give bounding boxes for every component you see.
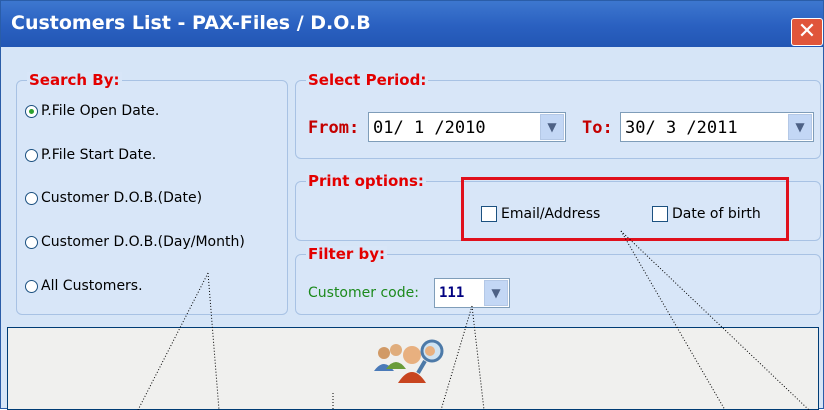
chevron-down-icon[interactable]: ▼ xyxy=(788,114,812,140)
customers-list-window: Customers List - PAX-Files / D.O.B ✕ Sea… xyxy=(0,0,824,410)
to-date-value: 30/ 3 /2011 xyxy=(625,118,738,138)
radio-button-checked[interactable] xyxy=(25,104,38,118)
radio-label: P.File Start Date. xyxy=(41,147,157,163)
radio-label: Customer D.O.B.(Date) xyxy=(41,190,203,206)
select-period-group: Select Period: From: 01/ 1 /2010 ▼ To: 3… xyxy=(295,72,821,159)
radio-all-customers[interactable]: All Customers. xyxy=(25,278,143,294)
from-date-picker[interactable]: 01/ 1 /2010 ▼ xyxy=(368,112,566,142)
radio-customer-dob-daymonth[interactable]: Customer D.O.B.(Day/Month) xyxy=(25,234,245,250)
radio-button[interactable] xyxy=(25,191,38,205)
customer-code-combo[interactable]: 111 ▼ xyxy=(434,278,510,308)
close-button[interactable]: ✕ xyxy=(791,18,823,46)
title-bar: Customers List - PAX-Files / D.O.B ✕ xyxy=(1,1,823,47)
chevron-down-icon[interactable]: ▼ xyxy=(484,280,508,306)
filter-by-legend: Filter by: xyxy=(306,245,388,263)
highlight-box xyxy=(461,177,789,241)
customer-code-value: 111 xyxy=(439,285,465,301)
people-search-icon xyxy=(374,339,444,383)
radio-pfile-start-date[interactable]: P.File Start Date. xyxy=(25,147,156,163)
radio-button[interactable] xyxy=(25,148,38,162)
select-period-legend: Select Period: xyxy=(306,71,429,89)
from-date-value: 01/ 1 /2010 xyxy=(373,118,486,138)
to-date-picker[interactable]: 30/ 3 /2011 ▼ xyxy=(620,112,814,142)
search-by-legend: Search By: xyxy=(27,71,122,89)
radio-customer-dob-date[interactable]: Customer D.O.B.(Date) xyxy=(25,190,202,206)
radio-label: Customer D.O.B.(Day/Month) xyxy=(41,234,245,250)
print-options-legend: Print options: xyxy=(306,172,426,190)
close-icon: ✕ xyxy=(797,19,817,44)
search-by-group: Search By: P.File Open Date. P.File Star… xyxy=(16,72,288,315)
customer-code-label: Customer code: xyxy=(308,285,419,301)
from-label: From: xyxy=(308,118,360,138)
radio-label: All Customers. xyxy=(41,278,143,294)
radio-button[interactable] xyxy=(25,279,38,293)
radio-button[interactable] xyxy=(25,235,38,249)
chevron-down-icon[interactable]: ▼ xyxy=(540,114,564,140)
window-title: Customers List - PAX-Files / D.O.B xyxy=(11,12,371,34)
radio-pfile-open-date[interactable]: P.File Open Date. xyxy=(25,103,159,119)
radio-label: P.File Open Date. xyxy=(41,103,160,119)
filter-by-group: Filter by: Customer code: 111 ▼ xyxy=(295,246,821,315)
to-label: To: xyxy=(582,118,613,138)
